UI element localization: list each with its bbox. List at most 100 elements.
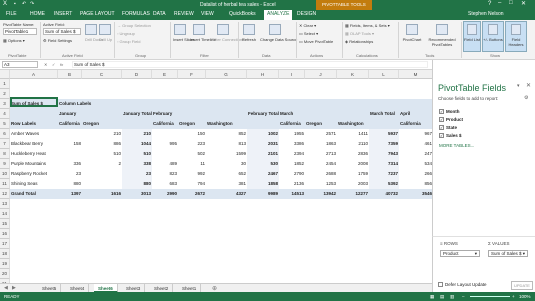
checkbox-icon[interactable]: ✓ [439, 117, 444, 123]
column-header[interactable]: M [399, 70, 432, 79]
minimize-icon[interactable]: – [498, 0, 501, 6]
row-header[interactable]: 11 [0, 179, 10, 189]
value-cell[interactable]: 1599 [206, 149, 247, 159]
value-cell[interactable]: 7943 [369, 149, 399, 159]
rows-item-product[interactable]: Product ▾ [440, 250, 480, 257]
fx-icon[interactable]: fx [60, 62, 63, 67]
column-header[interactable]: D [122, 70, 152, 79]
layout-gear-icon[interactable]: ⚙ [524, 95, 528, 101]
row-header[interactable]: 13 [0, 199, 10, 209]
field-list-button[interactable]: Field List [463, 21, 481, 52]
header-band-cell[interactable] [122, 99, 152, 109]
column-header[interactable]: F [178, 70, 206, 79]
redo-icon[interactable]: ↷ [30, 1, 34, 7]
value-cell[interactable]: 2990 [152, 189, 178, 199]
row-header[interactable]: 19 [0, 259, 10, 269]
undo-icon[interactable]: ↶ [22, 1, 26, 7]
drill-up-button[interactable]: Drill Up [99, 24, 112, 42]
field-sales[interactable]: ✓ Sales $ [439, 133, 462, 139]
checkbox-icon[interactable]: ✓ [439, 133, 444, 139]
clear-button[interactable]: ✕ Clear ▾ [299, 23, 316, 28]
value-cell[interactable]: 967 [399, 129, 432, 139]
close-icon[interactable]: ✕ [521, 0, 526, 7]
header-band-cell[interactable] [305, 109, 337, 119]
group-selection-button[interactable]: → Group Selection [117, 23, 151, 28]
tab-file[interactable]: FILE [6, 11, 17, 17]
value-cell[interactable]: 813 [206, 139, 247, 149]
value-cell[interactable]: 3386 [279, 139, 305, 149]
header-band-cell[interactable] [399, 99, 432, 109]
product-row-label[interactable]: Blackbear Berry [10, 139, 58, 149]
insert-slicer-button[interactable]: Insert Slicer [173, 24, 194, 42]
panel-options-icon[interactable]: ▾ [517, 83, 520, 89]
value-cell[interactable]: 381 [206, 179, 247, 189]
january-total-header[interactable]: January Total [122, 109, 152, 119]
header-band-cell[interactable] [247, 119, 279, 129]
product-row-label[interactable]: Shining Seas [10, 179, 58, 189]
state-header[interactable]: California [279, 119, 305, 129]
state-header[interactable]: Oregon [82, 119, 122, 129]
fields-items-sets-button[interactable]: ▦ Fields, Items, & Sets ▾ [345, 23, 390, 28]
row-header[interactable]: 3 [0, 99, 10, 109]
normal-view-icon[interactable]: ▦ [430, 292, 434, 301]
value-cell[interactable] [152, 149, 178, 159]
row-header[interactable]: 8 [0, 149, 10, 159]
column-header[interactable]: B [58, 70, 82, 79]
tab-insert[interactable]: INSERT [54, 11, 72, 17]
value-cell[interactable]: 1863 [305, 139, 337, 149]
value-cell[interactable]: 880 [58, 179, 82, 189]
value-cell[interactable]: 23 [122, 169, 152, 179]
value-cell[interactable]: 534 [399, 159, 432, 169]
value-cell[interactable]: 461 [399, 139, 432, 149]
month-header-january[interactable]: January [58, 109, 82, 119]
header-band-cell[interactable] [178, 99, 206, 109]
value-cell[interactable]: 1955 [279, 129, 305, 139]
add-sheet-icon[interactable]: ⊕ [212, 285, 217, 292]
value-cell[interactable]: 5392 [369, 179, 399, 189]
month-header-april[interactable]: April [399, 109, 432, 119]
value-cell[interactable]: 489 [152, 159, 178, 169]
row-labels-dropdown[interactable]: Row Labels [10, 119, 58, 129]
value-cell[interactable]: 2672 [178, 189, 206, 199]
tab-quickbooks[interactable]: QuickBooks [229, 11, 256, 17]
column-header[interactable]: J [305, 70, 337, 79]
value-cell[interactable]: 1858 [247, 179, 279, 189]
row-header[interactable]: 2 [0, 89, 10, 99]
value-cell[interactable] [58, 149, 82, 159]
value-cell[interactable]: 502 [178, 149, 206, 159]
olap-tools-button[interactable]: ▦ OLAP Tools ▾ [345, 31, 374, 36]
cancel-icon[interactable]: ✕ [44, 62, 47, 67]
value-cell[interactable]: 2008 [337, 159, 369, 169]
page-layout-view-icon[interactable]: ▤ [440, 292, 444, 301]
value-cell[interactable]: 2713 [305, 149, 337, 159]
value-cell[interactable]: 223 [178, 139, 206, 149]
scroll-right-icon[interactable]: ▶ [12, 285, 16, 291]
page-break-view-icon[interactable]: ▥ [450, 292, 454, 301]
value-cell[interactable]: 12277 [337, 189, 369, 199]
value-cell[interactable]: 5937 [369, 129, 399, 139]
help-icon[interactable]: ? [488, 1, 491, 7]
column-labels-dropdown[interactable]: Column Labels [58, 99, 122, 109]
value-cell[interactable]: 266 [399, 169, 432, 179]
value-cell[interactable]: 13942 [305, 189, 337, 199]
value-cell[interactable]: 210 [82, 129, 122, 139]
checkbox-icon[interactable]: ✓ [439, 109, 444, 115]
field-state[interactable]: ✓ State [439, 125, 457, 131]
tab-review[interactable]: REVIEW [174, 11, 194, 17]
state-header[interactable]: California [399, 119, 432, 129]
spreadsheet-grid[interactable]: ABCDEFGHIJKLM 1 2 3 4 5 6 7 8 9 10 11 12 13 14 15 16 17 1… [0, 70, 432, 283]
zoom-in-icon[interactable]: + [512, 292, 515, 301]
save-icon[interactable]: ▪ [14, 1, 16, 7]
refresh-button[interactable]: Refresh [241, 24, 257, 42]
state-header[interactable]: California [152, 119, 178, 129]
formula-input[interactable]: Sum of Sales $ [72, 61, 428, 68]
value-cell[interactable]: 7359 [369, 139, 399, 149]
tab-formulas[interactable]: FORMULAS [122, 11, 150, 17]
value-cell[interactable]: 3013 [122, 189, 152, 199]
column-header[interactable]: K [337, 70, 369, 79]
row-header[interactable]: 9 [0, 159, 10, 169]
value-cell[interactable]: 2136 [279, 179, 305, 189]
value-cell[interactable]: 1253 [305, 179, 337, 189]
value-cell[interactable]: 510 [82, 149, 122, 159]
recommended-pivottables-button[interactable]: Recommended PivotTables [425, 24, 459, 47]
